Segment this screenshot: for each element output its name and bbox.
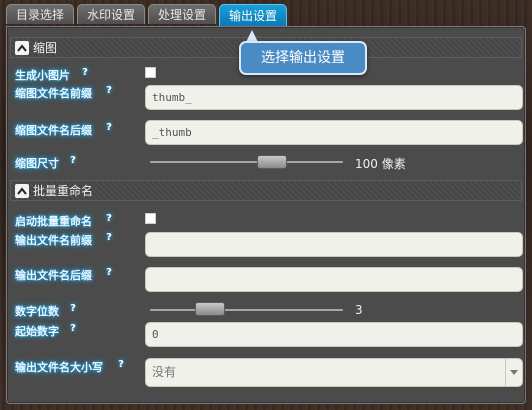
enable-rename-label: 启动批量重命名 [15, 215, 92, 228]
tab-bar: 目录选择 水印设置 处理设置 输出设置 [6, 4, 288, 26]
enable-rename-checkbox[interactable] [145, 213, 156, 224]
help-icon[interactable]: ? [103, 232, 115, 244]
start-number-input[interactable]: 0 [145, 322, 523, 347]
thumb-size-label: 缩图尺寸 [15, 157, 59, 170]
help-icon[interactable]: ? [103, 122, 115, 134]
digits-slider-handle[interactable] [195, 302, 225, 316]
start-number-label: 起始数字 [15, 325, 59, 338]
tab-watermark[interactable]: 水印设置 [77, 4, 146, 24]
thumb-size-value: 100 像素 [355, 157, 406, 171]
generate-thumbnail-label: 生成小图片 [15, 69, 70, 82]
tab-directory[interactable]: 目录选择 [6, 4, 75, 24]
tab-output[interactable]: 输出设置 [219, 4, 288, 26]
digits-value: 3 [355, 303, 363, 317]
section-title: 缩图 [33, 41, 58, 55]
help-icon[interactable]: ? [67, 303, 79, 315]
tab-tooltip: 选择输出设置 [239, 41, 367, 75]
settings-panel: 缩图 生成小图片 ? 缩图文件名前缀 ? thumb_ 缩图文件名后缀 ? _t… [6, 26, 526, 404]
help-icon[interactable]: ? [103, 267, 115, 279]
thumb-prefix-label: 缩图文件名前缀 [15, 87, 92, 100]
thumb-prefix-input[interactable]: thumb_ [145, 85, 523, 110]
chevron-up-icon[interactable] [15, 183, 29, 198]
output-prefix-label: 输出文件名前缀 [15, 234, 92, 247]
output-suffix-input[interactable] [145, 267, 523, 292]
filename-case-select[interactable]: 没有 [145, 358, 523, 387]
thumb-suffix-label: 缩图文件名后缀 [15, 124, 92, 137]
chevron-up-icon[interactable] [15, 40, 29, 55]
output-suffix-label: 输出文件名后缀 [15, 269, 92, 282]
help-icon[interactable]: ? [79, 67, 91, 79]
digits-label: 数字位数 [15, 305, 59, 318]
digits-slider-track[interactable] [150, 309, 343, 311]
help-icon[interactable]: ? [67, 323, 79, 335]
rename-section-header[interactable]: 批量重命名 [10, 180, 522, 201]
thumb-suffix-input[interactable]: _thumb [145, 120, 523, 145]
output-prefix-input[interactable] [145, 232, 523, 257]
thumb-size-slider-track[interactable] [150, 161, 343, 163]
filename-case-selected: 没有 [152, 365, 177, 379]
help-icon[interactable]: ? [115, 359, 127, 371]
filename-case-label: 输出文件名大小写 [15, 361, 103, 374]
help-icon[interactable]: ? [67, 155, 79, 167]
help-icon[interactable]: ? [103, 85, 115, 97]
thumb-size-slider-handle[interactable] [257, 155, 287, 169]
section-title: 批量重命名 [33, 184, 94, 198]
help-icon[interactable]: ? [103, 213, 115, 225]
generate-thumbnail-checkbox[interactable] [145, 67, 156, 78]
tab-processing[interactable]: 处理设置 [148, 4, 217, 24]
caret-down-icon[interactable] [505, 359, 522, 386]
